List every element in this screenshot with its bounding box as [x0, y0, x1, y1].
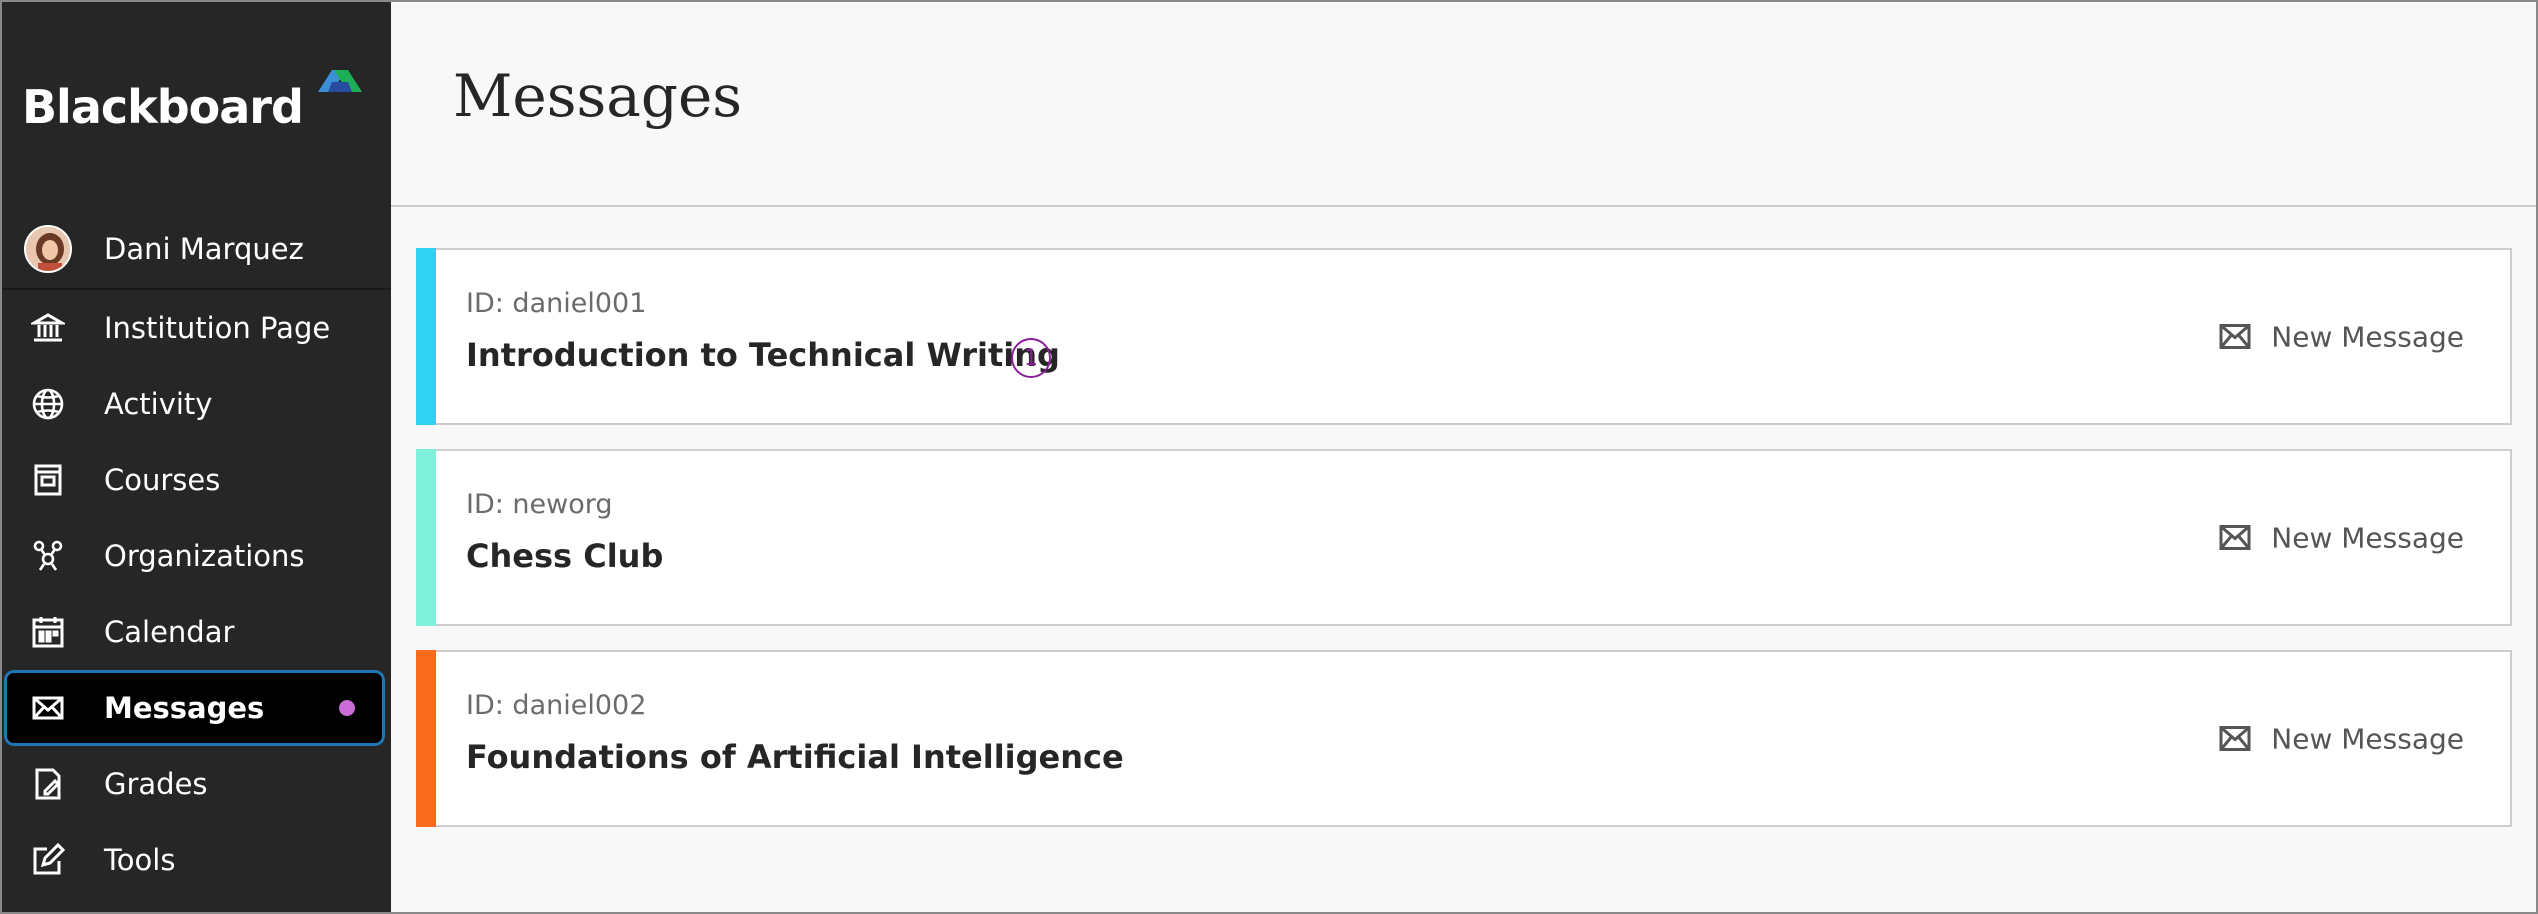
course-color-stripe — [416, 248, 436, 425]
institution-icon — [30, 310, 66, 346]
globe-icon — [30, 386, 66, 422]
sidebar-item-courses[interactable]: Courses — [0, 442, 391, 518]
courses-icon — [30, 462, 66, 498]
course-card[interactable]: ID: neworg Chess Club New Message — [416, 449, 2512, 626]
sidebar-item-label: Institution Page — [104, 311, 331, 345]
new-message-label: New Message — [2271, 521, 2464, 554]
course-name[interactable]: Introduction to Technical Writing — [466, 336, 1060, 374]
course-name[interactable]: Foundations of Artificial Intelligence — [466, 738, 1124, 776]
logo-text: Blackboard — [22, 80, 304, 134]
sidebar-item-calendar[interactable]: Calendar — [0, 594, 391, 670]
calendar-icon — [30, 614, 66, 650]
new-message-button[interactable]: New Message — [2219, 521, 2464, 554]
sidebar-nav: Dani Marquez Institution Page Activity C… — [0, 210, 391, 898]
avatar — [24, 225, 72, 273]
envelope-icon — [2219, 726, 2251, 751]
sidebar-item-label: Organizations — [104, 539, 305, 573]
unread-indicator — [339, 700, 355, 716]
new-message-label: New Message — [2271, 320, 2464, 353]
course-color-stripe — [416, 650, 436, 827]
sidebar-item-grades[interactable]: Grades — [0, 746, 391, 822]
grades-icon — [30, 766, 66, 802]
new-message-button[interactable]: New Message — [2219, 722, 2464, 755]
sidebar-item-label: Tools — [104, 843, 176, 877]
course-id: ID: neworg — [466, 489, 613, 520]
course-id: ID: daniel002 — [466, 690, 647, 721]
course-card[interactable]: ID: daniel002 Foundations of Artificial … — [416, 650, 2512, 827]
sidebar-item-organizations[interactable]: Organizations — [0, 518, 391, 594]
sidebar-item-label: Activity — [104, 387, 213, 421]
sidebar-item-profile[interactable]: Dani Marquez — [0, 210, 391, 290]
new-message-button[interactable]: New Message — [2219, 320, 2464, 353]
organizations-icon — [30, 538, 66, 574]
course-id: ID: daniel001 — [466, 288, 647, 319]
course-color-stripe — [416, 449, 436, 626]
profile-name: Dani Marquez — [104, 232, 304, 266]
sidebar-item-messages[interactable]: Messages — [4, 670, 385, 746]
sidebar-item-label: Grades — [104, 767, 208, 801]
sidebar-item-label: Courses — [104, 463, 221, 497]
page-title: Messages — [453, 62, 743, 130]
sidebar-item-label: Calendar — [104, 615, 235, 649]
envelope-icon — [2219, 525, 2251, 550]
course-card[interactable]: ID: daniel001 Introduction to Technical … — [416, 248, 2512, 425]
sidebar-item-activity[interactable]: Activity — [0, 366, 391, 442]
sidebar-item-tools[interactable]: Tools — [0, 822, 391, 898]
tools-icon — [30, 842, 66, 878]
course-message-list: ID: daniel001 Introduction to Technical … — [416, 248, 2512, 851]
envelope-icon — [30, 690, 66, 726]
course-name[interactable]: Chess Club — [466, 537, 663, 575]
sidebar-item-label: Messages — [104, 691, 265, 725]
new-message-label: New Message — [2271, 722, 2464, 755]
page-header: Messages — [391, 0, 2538, 207]
sidebar: Blackboard Dani Marquez Institution Page… — [0, 0, 391, 914]
blackboard-logo[interactable]: Blackboard — [22, 70, 362, 134]
sidebar-item-institution-page[interactable]: Institution Page — [0, 290, 391, 366]
envelope-icon — [2219, 324, 2251, 349]
unread-count-badge: 1 — [1011, 338, 1051, 378]
logo-mark-icon — [318, 70, 362, 92]
